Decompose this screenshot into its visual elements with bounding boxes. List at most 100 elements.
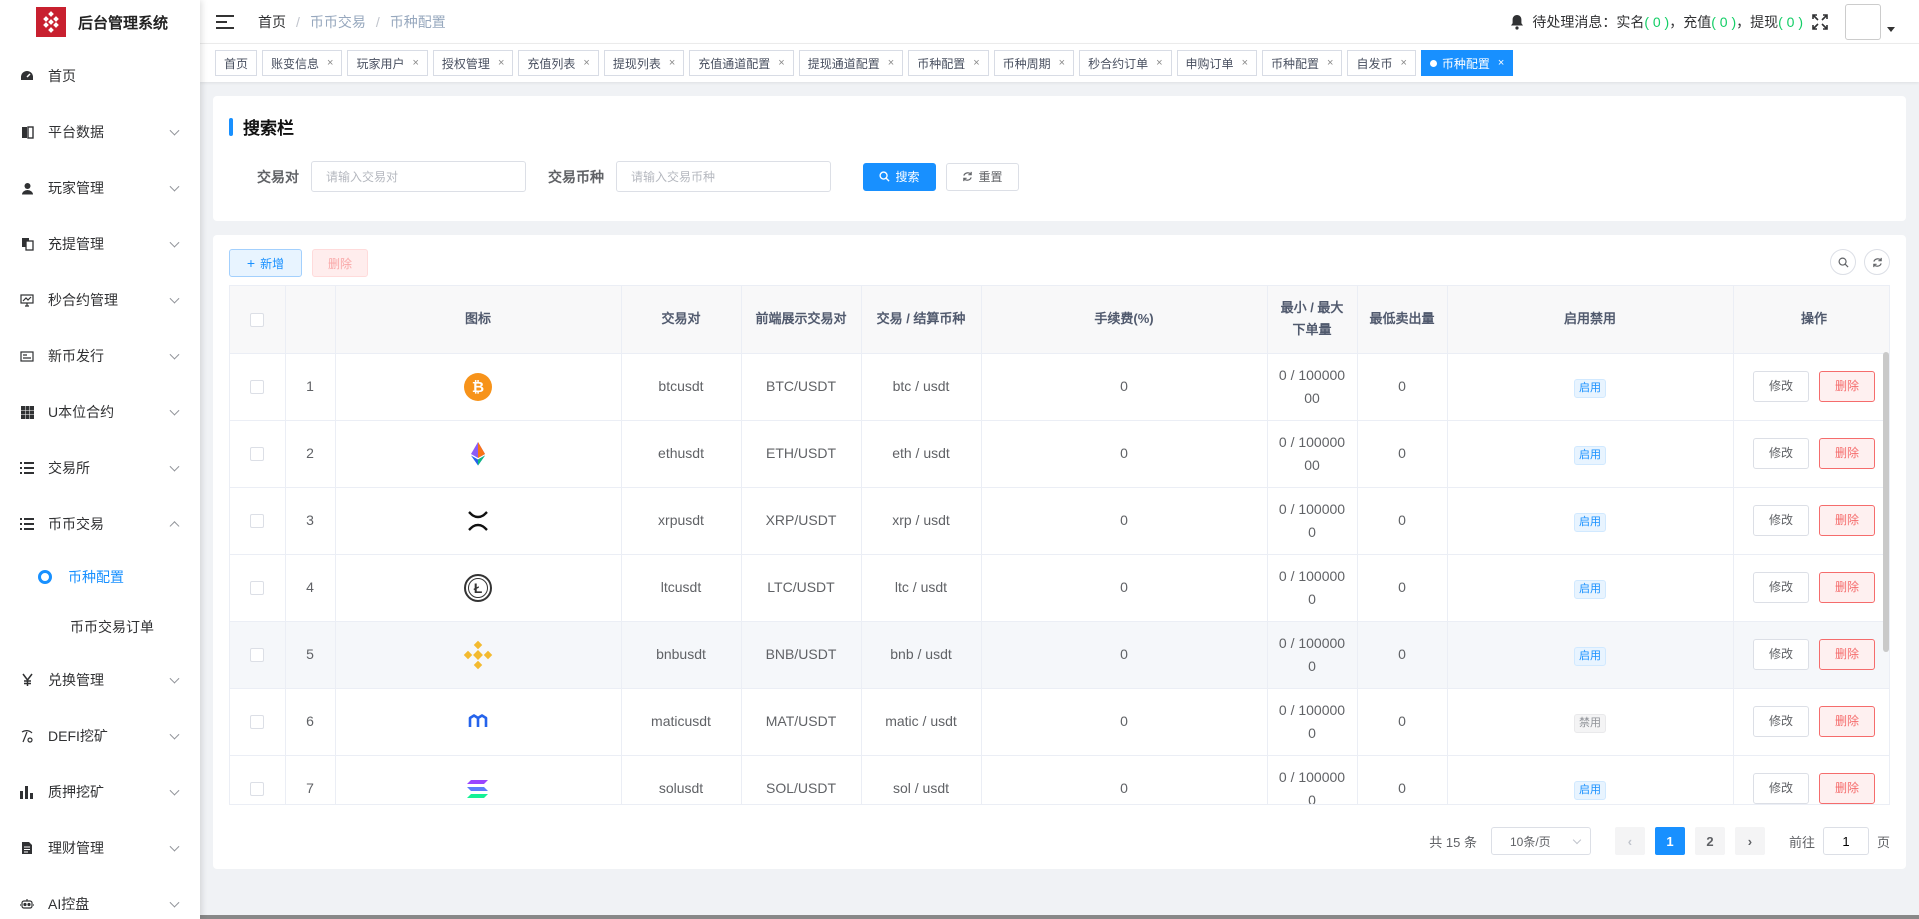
- caret-down-icon[interactable]: [1887, 26, 1895, 32]
- sidebar-subitem-0[interactable]: 币种配置: [0, 552, 200, 602]
- batch-delete-button[interactable]: 删除: [312, 249, 368, 277]
- table-row[interactable]: 6 maticusdt MAT/USDT matic / usdt 0 0 / 10000…: [230, 688, 1889, 756]
- breadcrumb-home[interactable]: 首页: [258, 12, 286, 32]
- close-icon[interactable]: ×: [778, 57, 784, 69]
- header-select-all[interactable]: [230, 286, 286, 354]
- delete-button[interactable]: 删除: [1819, 773, 1875, 804]
- sidebar-item-13[interactable]: AI控盘: [0, 876, 200, 919]
- sidebar-item-2[interactable]: 玩家管理: [0, 160, 200, 216]
- refresh-table-button[interactable]: [1864, 249, 1890, 275]
- close-icon[interactable]: ×: [973, 57, 979, 69]
- edit-button[interactable]: 修改: [1753, 438, 1809, 469]
- close-icon[interactable]: ×: [1400, 57, 1406, 69]
- table-row[interactable]: 5 bnbusdt BNB/USDT bnb / usdt 0 0 / 1000000 0 启…: [230, 621, 1889, 689]
- hamburger-icon[interactable]: [216, 14, 234, 29]
- edit-button[interactable]: 修改: [1753, 572, 1809, 603]
- tag-8[interactable]: 币种配置 ×: [908, 50, 989, 76]
- page-size-select[interactable]: 10条/页: [1490, 827, 1591, 855]
- sidebar-item-5[interactable]: 新币发行: [0, 328, 200, 384]
- tag-10[interactable]: 秒合约订单 ×: [1079, 50, 1172, 76]
- close-icon[interactable]: ×: [1059, 57, 1065, 69]
- row-checkbox[interactable]: [250, 715, 265, 730]
- delete-button[interactable]: 删除: [1819, 706, 1875, 737]
- cell-select[interactable]: [230, 554, 286, 622]
- delete-button[interactable]: 删除: [1819, 438, 1875, 469]
- cell-select[interactable]: [230, 688, 286, 756]
- close-icon[interactable]: ×: [327, 57, 333, 69]
- sidebar-item-4[interactable]: 秒合约管理: [0, 272, 200, 328]
- tag-11[interactable]: 申购订单 ×: [1176, 50, 1257, 76]
- notice-realname-count[interactable]: ( 0 ): [1644, 14, 1669, 30]
- tag-1[interactable]: 账变信息 ×: [262, 50, 343, 76]
- page-2-button[interactable]: 2: [1694, 827, 1725, 855]
- prev-page-button[interactable]: ‹: [1614, 827, 1645, 855]
- tag-7[interactable]: 提现通道配置 ×: [798, 50, 904, 76]
- sidebar-item-7[interactable]: 交易所: [0, 440, 200, 496]
- tag-5[interactable]: 提现列表 ×: [603, 50, 685, 76]
- close-icon[interactable]: ×: [1327, 57, 1333, 69]
- notice-recharge-label[interactable]: 充值: [1683, 12, 1711, 32]
- cell-select[interactable]: [230, 755, 286, 804]
- tag-0[interactable]: 首页: [215, 50, 258, 76]
- edit-button[interactable]: 修改: [1753, 773, 1809, 804]
- edit-button[interactable]: 修改: [1753, 639, 1809, 670]
- tag-12[interactable]: 币种配置 ×: [1262, 50, 1343, 76]
- sidebar-subitem-1[interactable]: 币币交易订单: [0, 602, 200, 652]
- tag-6[interactable]: 充值通道配置 ×: [689, 50, 794, 76]
- cell-select[interactable]: [230, 487, 286, 555]
- close-icon[interactable]: ×: [1156, 57, 1162, 69]
- edit-button[interactable]: 修改: [1753, 706, 1809, 737]
- sidebar-item-6[interactable]: U本位合约: [0, 384, 200, 440]
- notice-withdraw-count[interactable]: ( 0 ): [1778, 14, 1803, 30]
- sidebar-item-12[interactable]: 理财管理: [0, 820, 200, 876]
- tag-14[interactable]: 币种配置 ×: [1420, 50, 1514, 76]
- sidebar-item-9[interactable]: 兑换管理: [0, 652, 200, 708]
- tag-13[interactable]: 自发币 ×: [1347, 50, 1416, 76]
- table-row[interactable]: 4 Łltcusdt LTC/USDT ltc / usdt 0 0 / 1000000 0…: [230, 554, 1889, 622]
- notice-recharge-count[interactable]: ( 0 ): [1711, 14, 1736, 30]
- bottom-scrollbar[interactable]: [200, 915, 1919, 919]
- close-icon[interactable]: ×: [498, 57, 504, 69]
- sidebar-item-10[interactable]: DEFI挖矿: [0, 708, 200, 764]
- notice-withdraw-label[interactable]: 提现: [1750, 12, 1778, 32]
- tag-4[interactable]: 充值列表 ×: [518, 50, 599, 76]
- table-row[interactable]: 2 ethusdt ETH/USDT eth / usdt 0 0 / 10000000 0…: [230, 420, 1889, 488]
- close-icon[interactable]: ×: [669, 57, 675, 69]
- table-row[interactable]: 1 ₿ btcusdt BTC/USDT btc / usdt 0 0 / 10000000…: [230, 353, 1889, 421]
- row-checkbox[interactable]: [250, 648, 265, 663]
- sidebar-item-3[interactable]: 充提管理: [0, 216, 200, 272]
- fullscreen-icon[interactable]: [1811, 13, 1829, 31]
- row-checkbox[interactable]: [250, 514, 265, 529]
- delete-button[interactable]: 删除: [1819, 639, 1875, 670]
- add-button[interactable]: + 新增: [229, 249, 302, 277]
- coin-input[interactable]: [616, 161, 831, 192]
- cell-select[interactable]: [230, 353, 286, 421]
- table-scrollbar[interactable]: [1883, 352, 1889, 652]
- close-icon[interactable]: ×: [1498, 57, 1504, 69]
- delete-button[interactable]: 删除: [1819, 572, 1875, 603]
- sidebar-item-0[interactable]: 首页: [0, 48, 200, 104]
- next-page-button[interactable]: ›: [1734, 827, 1765, 855]
- notice-realname-label[interactable]: 实名: [1616, 12, 1644, 32]
- row-checkbox[interactable]: [250, 380, 265, 395]
- tag-2[interactable]: 玩家用户 ×: [347, 50, 428, 76]
- search-button[interactable]: 搜索: [863, 162, 936, 191]
- reset-button[interactable]: 重置: [946, 162, 1019, 191]
- close-icon[interactable]: ×: [888, 57, 894, 69]
- pair-input[interactable]: [311, 161, 526, 192]
- toggle-search-button[interactable]: [1830, 249, 1856, 275]
- row-checkbox[interactable]: [250, 447, 265, 462]
- edit-button[interactable]: 修改: [1753, 371, 1809, 402]
- tag-9[interactable]: 币种周期 ×: [993, 50, 1075, 76]
- row-checkbox[interactable]: [250, 581, 265, 596]
- sidebar-item-1[interactable]: 平台数据: [0, 104, 200, 160]
- edit-button[interactable]: 修改: [1753, 505, 1809, 536]
- close-icon[interactable]: ×: [1242, 57, 1248, 69]
- table-row[interactable]: 7 solusdt SOL/USDT sol / usdt 0 0 / 1000000 0 启…: [230, 755, 1889, 804]
- close-icon[interactable]: ×: [583, 57, 589, 69]
- delete-button[interactable]: 删除: [1819, 505, 1875, 536]
- close-icon[interactable]: ×: [412, 57, 418, 69]
- table-row[interactable]: 3 xrpusdt XRP/USDT xrp / usdt 0 0 / 1000000 0 启…: [230, 487, 1889, 555]
- page-1-button[interactable]: 1: [1654, 827, 1685, 855]
- cell-select[interactable]: [230, 621, 286, 689]
